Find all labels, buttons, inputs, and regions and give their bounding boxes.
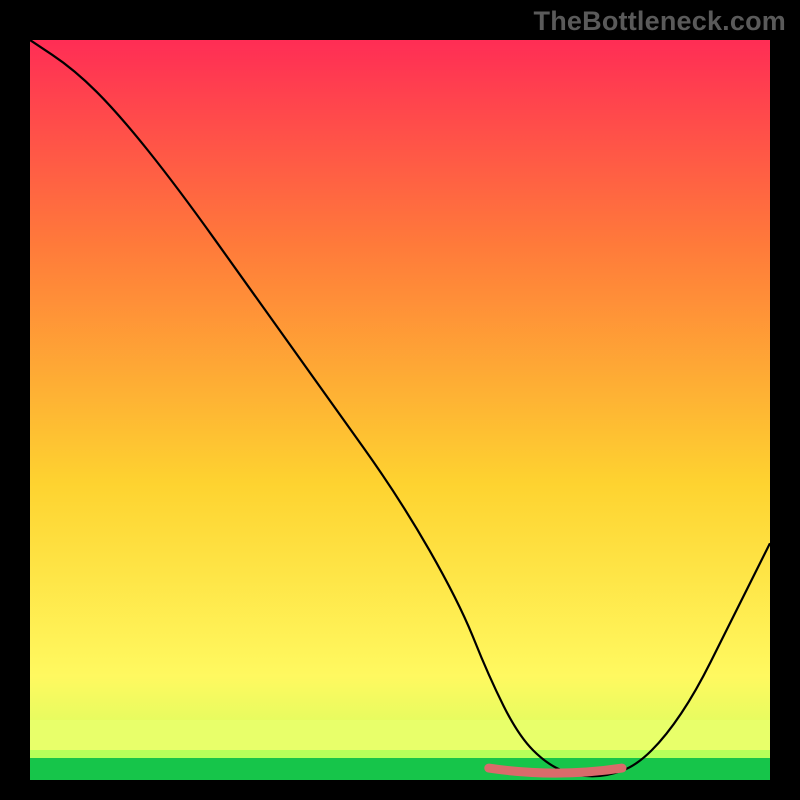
bottleneck-chart (30, 40, 770, 780)
yellowish-band (30, 720, 770, 750)
watermark-text: TheBottleneck.com (534, 6, 786, 37)
minimum-accent (489, 768, 622, 773)
lightgreen-band (30, 750, 770, 758)
bottom-green-band (30, 758, 770, 780)
chart-svg (30, 40, 770, 780)
gradient-background (30, 40, 770, 780)
